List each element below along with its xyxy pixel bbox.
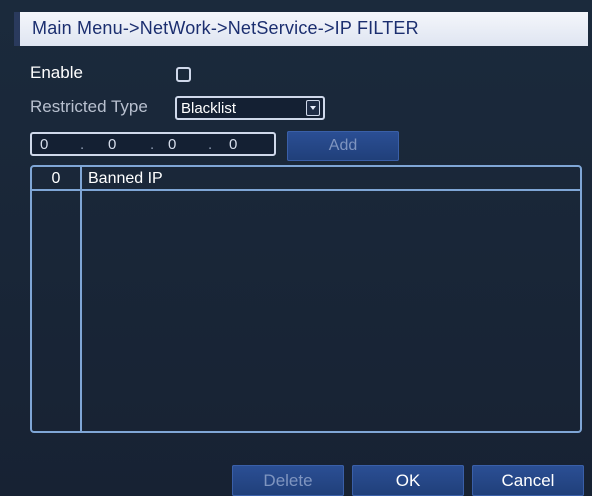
ok-button-label: OK — [395, 471, 421, 490]
ip-separator-3: . — [208, 136, 213, 153]
ip-address-input[interactable]: 0 . 0 . 0 . 0 — [30, 132, 276, 156]
ip-octet-3[interactable]: 0 — [168, 136, 176, 153]
table-header-banned-ip: Banned IP — [88, 170, 163, 187]
enable-checkbox[interactable] — [176, 67, 191, 82]
ip-octet-4[interactable]: 0 — [229, 136, 237, 153]
banned-ip-table[interactable]: 0 Banned IP — [30, 165, 582, 433]
restricted-type-value: Blacklist — [181, 100, 237, 117]
breadcrumb: Main Menu->NetWork->NetService->IP FILTE… — [32, 18, 419, 38]
delete-button-label: Delete — [263, 471, 313, 490]
enable-label: Enable — [30, 63, 83, 82]
ip-separator-1: . — [80, 136, 85, 153]
button-bar: Delete OK Cancel — [0, 465, 592, 496]
ip-filter-window: Main Menu->NetWork->NetService->IP FILTE… — [0, 0, 592, 496]
table-column-divider — [80, 167, 82, 431]
table-header: 0 Banned IP — [32, 167, 580, 191]
delete-button[interactable]: Delete — [232, 465, 344, 496]
cancel-button-label: Cancel — [501, 471, 555, 490]
ip-octet-2[interactable]: 0 — [108, 136, 116, 153]
dropdown-arrow-icon[interactable] — [306, 100, 320, 116]
restricted-type-label: Restricted Type — [30, 97, 148, 116]
cancel-button[interactable]: Cancel — [472, 465, 584, 496]
breadcrumb-bar: Main Menu->NetWork->NetService->IP FILTE… — [14, 12, 588, 46]
ip-separator-2: . — [150, 136, 155, 153]
add-button-label: Add — [328, 137, 358, 154]
ok-button[interactable]: OK — [352, 465, 464, 496]
add-button[interactable]: Add — [287, 131, 399, 161]
table-header-index: 0 — [51, 170, 61, 187]
restricted-type-select[interactable]: Blacklist — [175, 96, 325, 120]
ip-octet-1[interactable]: 0 — [40, 136, 48, 153]
